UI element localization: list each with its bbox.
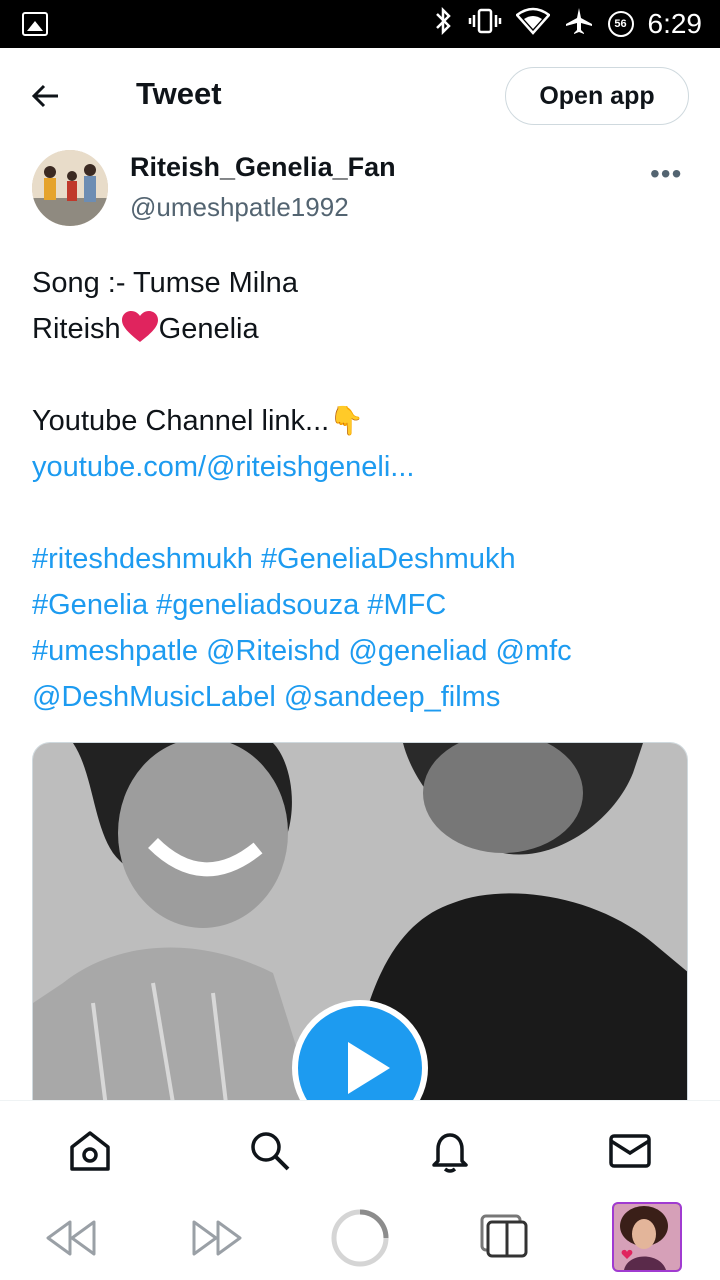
hashtag-line-2[interactable]: #Genelia #geneliadsouza #MFC <box>32 582 446 628</box>
bluetooth-icon <box>434 6 454 41</box>
hashtag-line-3[interactable]: #umeshpatle @Riteishd @geneliad @mfc <box>32 628 572 674</box>
tab-thumbnail[interactable] <box>612 1202 682 1272</box>
name-riteish: Riteish <box>32 313 121 345</box>
browser-toolbar <box>0 1196 720 1280</box>
bottom-nav <box>0 1100 720 1197</box>
more-options-icon[interactable]: ••• <box>650 158 682 190</box>
image-notification-icon <box>22 12 48 36</box>
vibrate-icon <box>468 7 502 41</box>
loading-icon[interactable] <box>330 1208 390 1273</box>
author-handle[interactable]: @umeshpatle1992 <box>130 192 349 223</box>
search-icon[interactable] <box>246 1127 294 1175</box>
fast-forward-icon[interactable] <box>190 1218 244 1263</box>
pointing-down-emoji-icon: 👇 <box>329 405 365 436</box>
heart-emoji-icon <box>121 311 158 342</box>
status-bar: 56 6:29 <box>0 0 720 48</box>
youtube-link[interactable]: youtube.com/@riteishgeneli... <box>32 444 414 490</box>
tweet-line-channel: Youtube Channel link...👇 <box>32 398 364 444</box>
tabs-icon[interactable] <box>480 1214 528 1263</box>
name-genelia: Genelia <box>158 313 259 345</box>
author-name[interactable]: Riteish_Genelia_Fan <box>130 152 396 183</box>
hashtag-line-4[interactable]: @DeshMusicLabel @sandeep_films <box>32 674 500 720</box>
hashtag-line-1[interactable]: #riteshdeshmukh #GeneliaDeshmukh <box>32 536 516 582</box>
rewind-icon[interactable] <box>44 1218 98 1263</box>
channel-text: Youtube Channel link... <box>32 405 330 437</box>
wifi-icon <box>514 7 551 41</box>
bell-icon[interactable] <box>426 1127 474 1175</box>
status-icons: 56 6:29 <box>434 6 703 42</box>
clock: 6:29 <box>647 8 703 39</box>
tweet-line-song: Song :- Tumse Milna <box>32 267 298 299</box>
app-header: Tweet Open app <box>0 48 720 144</box>
mail-icon[interactable] <box>606 1127 654 1175</box>
page-title: Tweet <box>136 76 222 111</box>
data-saver-badge: 56 <box>607 11 634 37</box>
author-avatar[interactable] <box>32 150 108 226</box>
back-arrow-icon[interactable] <box>30 80 62 118</box>
open-app-button[interactable]: Open app <box>505 67 689 125</box>
home-icon[interactable] <box>66 1127 114 1175</box>
airplane-icon <box>564 6 594 42</box>
tweet-line-names: Riteish Genelia <box>32 306 259 352</box>
